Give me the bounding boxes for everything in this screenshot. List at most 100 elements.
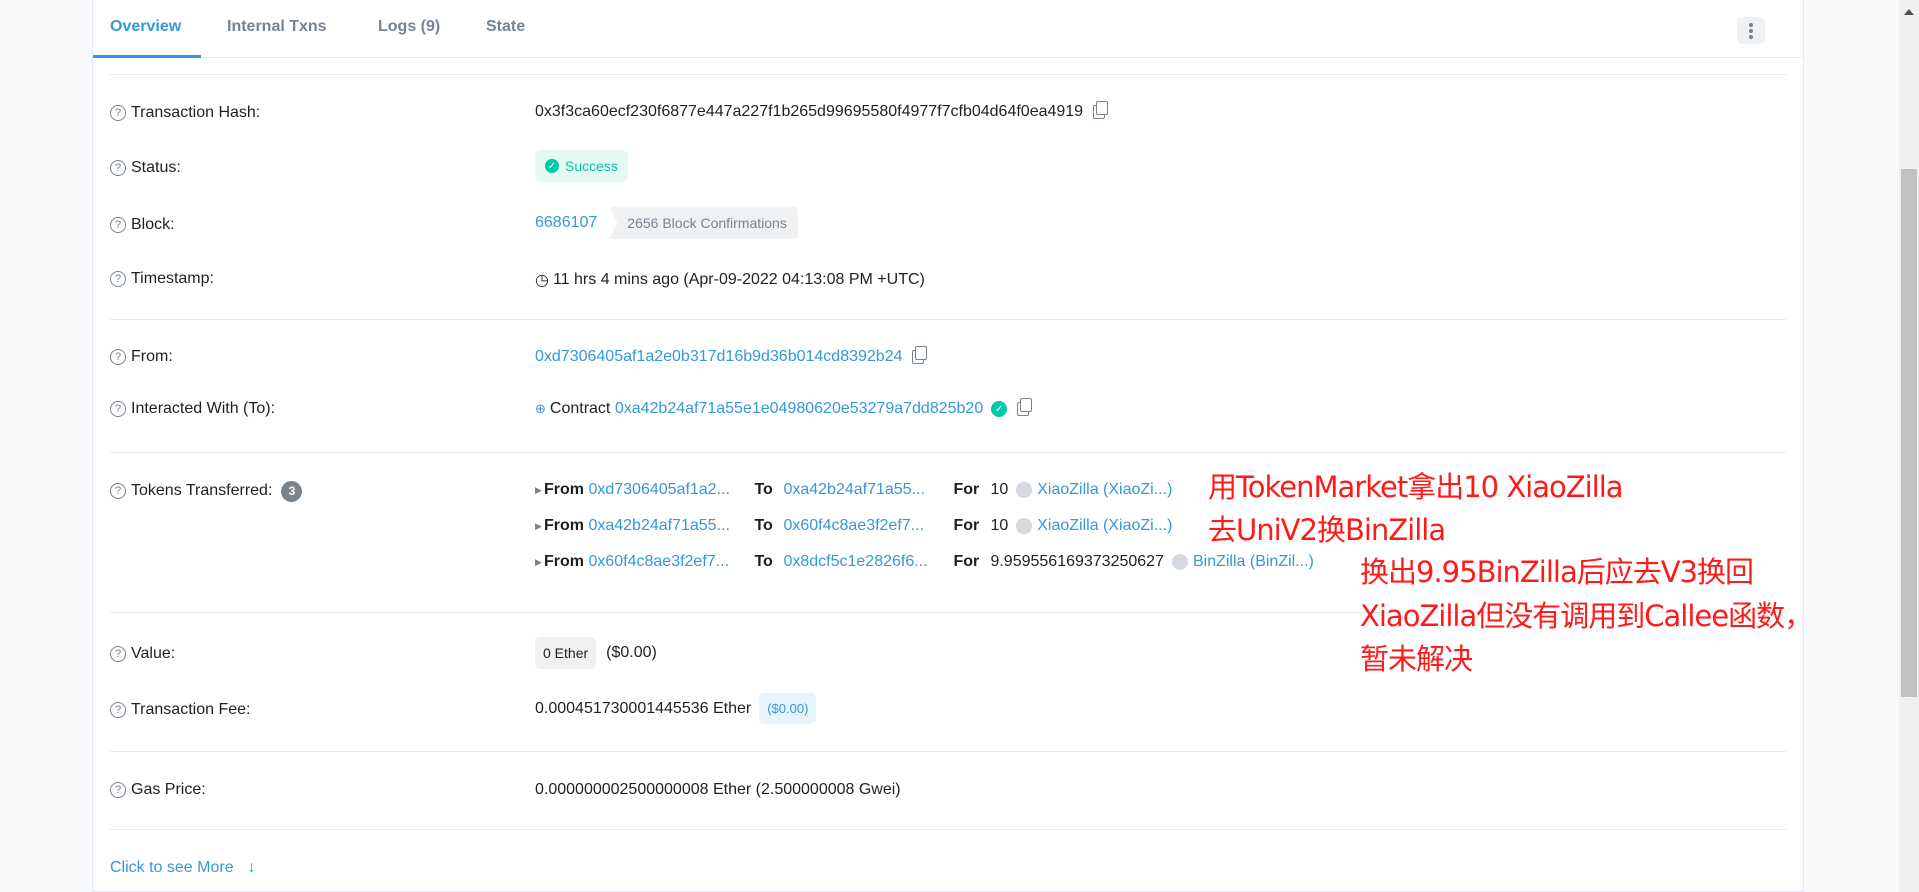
- divider: [110, 829, 1786, 830]
- annotation-line: 用TokenMarket拿出10 XiaoZilla: [1208, 470, 1624, 504]
- block-confirmations: 2656 Block Confirmations: [609, 207, 798, 239]
- row-hash: ? Transaction Hash:: [110, 101, 260, 125]
- label: Block:: [131, 216, 175, 233]
- token-amount: 9.959556169373250627: [990, 553, 1164, 570]
- see-more-text: Click to see More: [110, 859, 234, 876]
- tab-logs[interactable]: Logs (9): [378, 18, 440, 36]
- caret-right-icon[interactable]: ▶: [535, 485, 544, 496]
- more-options-button[interactable]: [1737, 17, 1765, 44]
- row-gas-price: ? Gas Price:: [110, 778, 206, 802]
- copy-icon[interactable]: [912, 346, 928, 364]
- token-name-link[interactable]: XiaoZilla (XiaoZi...): [1037, 517, 1172, 535]
- help-icon[interactable]: ?: [110, 271, 126, 287]
- help-icon[interactable]: ?: [110, 349, 126, 365]
- fee-value: 0.000451730001445536 Ether: [535, 699, 752, 717]
- clock-icon: ◷: [535, 272, 549, 289]
- help-icon[interactable]: ?: [110, 217, 126, 233]
- token-from-link[interactable]: 0xa42b24af71a55...: [588, 517, 754, 535]
- annotation-line: XiaoZilla但没有调用到Callee函数，: [1360, 599, 1813, 633]
- timestamp-value: 11 hrs 4 mins ago (Apr-09-2022 04:13:08 …: [552, 271, 925, 288]
- copy-icon[interactable]: [1017, 398, 1033, 416]
- token-amount: 10: [990, 517, 1009, 534]
- divider: [110, 751, 1786, 752]
- label: From:: [131, 348, 173, 365]
- from-address-link[interactable]: 0xd7306405af1a2e0b317d16b9d36b014cd8392b…: [535, 348, 902, 366]
- hash-value: 0x3f3ca60ecf230f6877e447a227f1b265d99695…: [535, 101, 1109, 121]
- check-circle-icon: ✓: [545, 159, 559, 173]
- scrollbar[interactable]: [1899, 0, 1919, 892]
- row-interacted-with: ? Interacted With (To):: [110, 397, 275, 421]
- token-transfer-row: ▶ From 0xa42b24af71a55... To 0x60f4c8ae3…: [535, 517, 1172, 535]
- tokens-count-badge: 3: [281, 480, 303, 502]
- contract-address-link[interactable]: 0xa42b24af71a55e1e04980620e53279a7dd825b…: [615, 400, 983, 418]
- fee-usd-badge: ($0.00): [759, 693, 817, 724]
- caret-right-icon[interactable]: ▶: [535, 557, 544, 568]
- divider: [110, 452, 1786, 453]
- label: Status:: [131, 159, 181, 176]
- token-from-link[interactable]: 0x60f4c8ae3f2ef7...: [588, 553, 754, 571]
- label: Tokens Transferred:: [131, 482, 273, 499]
- token-amount: 10: [990, 481, 1009, 498]
- caret-right-icon[interactable]: ▶: [535, 521, 544, 532]
- row-tokens-transferred: ? Tokens Transferred: 3: [110, 479, 303, 503]
- scroll-up-arrow-icon[interactable]: [1904, 9, 1914, 15]
- value-usd: ($0.00): [606, 644, 657, 661]
- tab-bar: Overview Internal Txns Logs (9) State: [93, 0, 1803, 58]
- status-text: Success: [565, 158, 618, 174]
- help-icon[interactable]: ?: [110, 483, 126, 499]
- token-to-link[interactable]: 0x60f4c8ae3f2ef7...: [783, 517, 953, 535]
- help-icon[interactable]: ?: [110, 160, 126, 176]
- token-transfer-row: ▶ From 0x60f4c8ae3f2ef7... To 0x8dcf5c1e…: [535, 553, 1314, 571]
- token-name-link[interactable]: BinZilla (BinZil...): [1193, 553, 1314, 571]
- transaction-hash: 0x3f3ca60ecf230f6877e447a227f1b265d99695…: [535, 103, 1084, 120]
- help-icon[interactable]: ?: [110, 646, 126, 662]
- label: Gas Price:: [131, 781, 206, 798]
- verified-icon: ✓: [991, 401, 1008, 417]
- token-transfer-row: ▶ From 0xd7306405af1a2... To 0xa42b24af7…: [535, 481, 1172, 499]
- label: Value:: [131, 645, 176, 662]
- from-label: From: [544, 517, 584, 534]
- token-name-link[interactable]: XiaoZilla (XiaoZi...): [1037, 481, 1172, 499]
- row-transaction-fee: ? Transaction Fee:: [110, 698, 250, 722]
- token-icon: [1016, 518, 1033, 534]
- row-timestamp: ? Timestamp:: [110, 267, 214, 291]
- arrow-down-icon: ↓: [247, 859, 256, 876]
- tab-overview[interactable]: Overview: [110, 18, 181, 36]
- help-icon[interactable]: ?: [110, 401, 126, 417]
- click-to-see-more-link[interactable]: Click to see More ↓: [110, 856, 256, 880]
- block-link[interactable]: 6686107: [535, 214, 597, 232]
- divider: [110, 74, 1786, 75]
- gas-price-value: 0.000000002500000008 Ether (2.500000008 …: [535, 781, 901, 798]
- annotation-line: 去UniV2换BinZilla: [1208, 513, 1446, 547]
- for-label: For: [953, 517, 980, 534]
- to-label: To: [754, 517, 773, 534]
- to-label: To: [754, 481, 773, 498]
- help-icon[interactable]: ?: [110, 782, 126, 798]
- copy-icon[interactable]: [1093, 101, 1109, 119]
- row-value: ? Value:: [110, 642, 175, 666]
- token-from-link[interactable]: 0xd7306405af1a2...: [588, 481, 754, 499]
- token-to-link[interactable]: 0xa42b24af71a55...: [783, 481, 953, 499]
- active-tab-indicator: [93, 55, 201, 58]
- tab-state[interactable]: State: [486, 18, 525, 36]
- row-from: ? From:: [110, 345, 173, 369]
- label: Timestamp:: [131, 270, 214, 287]
- contract-search-icon: ⊕: [535, 401, 546, 416]
- to-label: To: [754, 553, 773, 570]
- divider: [110, 319, 1786, 320]
- annotation-line: 暂未解决: [1360, 642, 1473, 676]
- token-to-link[interactable]: 0x8dcf5c1e2826f6...: [783, 553, 953, 571]
- label: Transaction Fee:: [131, 701, 251, 718]
- row-block: ? Block:: [110, 213, 175, 237]
- help-icon[interactable]: ?: [110, 702, 126, 718]
- tab-internal-txns[interactable]: Internal Txns: [227, 18, 327, 36]
- contract-label: Contract: [549, 400, 611, 417]
- status-badge: ✓ Success: [535, 150, 628, 182]
- scrollbar-thumb[interactable]: [1901, 169, 1917, 697]
- value-badge: 0 Ether: [535, 637, 597, 669]
- token-icon: [1016, 482, 1033, 498]
- help-icon[interactable]: ?: [110, 105, 126, 121]
- row-status: ? Status:: [110, 156, 181, 180]
- from-label: From: [544, 481, 584, 498]
- for-label: For: [953, 481, 980, 498]
